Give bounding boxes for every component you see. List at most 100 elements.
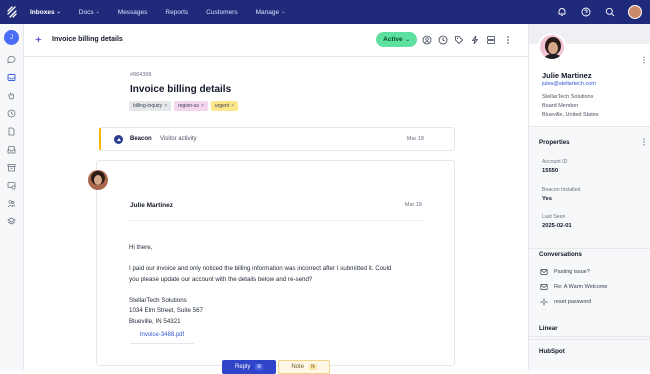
reply-button[interactable]: Reply R	[222, 360, 276, 374]
attachment-link[interactable]: Invoice-3488.pdf	[130, 326, 194, 344]
properties-heading[interactable]: Properties	[539, 139, 570, 146]
nav-manage[interactable]: Manage ⌄	[256, 9, 286, 16]
tag-region-us[interactable]: region-us ×	[174, 101, 208, 111]
properties-more-icon[interactable]	[641, 138, 647, 148]
snooze-clock-icon[interactable]	[437, 34, 448, 45]
tag-label: urgent	[214, 103, 230, 109]
customer-title: Board Member	[542, 103, 579, 109]
property-value: 15550	[542, 168, 559, 174]
help-icon[interactable]	[580, 6, 592, 18]
notifications-bell-icon[interactable]	[556, 6, 568, 18]
document-icon[interactable]	[6, 126, 17, 137]
properties-section: Properties Account ID 15550 Beacon Insta…	[529, 127, 650, 249]
hubspot-integration: HubSpot	[529, 340, 650, 370]
assign-user-icon[interactable]	[421, 34, 432, 45]
nav-customers[interactable]: Customers	[206, 9, 237, 16]
inbox-icon[interactable]	[6, 72, 17, 83]
customer-avatar[interactable]	[538, 33, 566, 61]
clock-icon[interactable]	[6, 108, 17, 119]
address-line: StellarTech Solutions	[129, 296, 187, 304]
tag-billing-inquiry[interactable]: billing-inquiry ×	[129, 101, 172, 111]
more-options-icon[interactable]	[502, 34, 513, 45]
customer-profile-card: Julie Martinez jules@stellartech.com Ste…	[529, 24, 650, 127]
archive-icon[interactable]	[6, 162, 17, 173]
tag-icon[interactable]	[453, 34, 464, 45]
beacon-activity-event[interactable]: Beacon Visitor activity Mar 18	[99, 127, 455, 151]
tag-list: billing-inquiry × region-us × urgent ×	[129, 101, 238, 111]
envelope-icon	[540, 268, 548, 276]
message-author[interactable]: Julie Martinez	[130, 202, 173, 209]
conversations-heading[interactable]: Conversations	[539, 251, 582, 258]
message-line: I paid our invoice and only noticed the …	[129, 265, 392, 272]
address-line: 1034 Elm Street, Suite 567	[129, 307, 203, 314]
conversation-pane: Invoice billing details Active ⌄ #864398 …	[24, 24, 528, 374]
spam-icon[interactable]	[6, 180, 17, 191]
workflow-bolt-icon[interactable]	[469, 34, 480, 45]
nav-reports[interactable]: Reports	[165, 9, 188, 16]
linear-integration: Linear	[529, 317, 650, 340]
message-date: Mar 18	[404, 202, 422, 208]
status-label: Active	[383, 36, 403, 43]
status-dropdown[interactable]: Active ⌄	[376, 32, 417, 47]
nav-customers-label: Customers	[206, 8, 238, 16]
remove-tag-icon[interactable]: ×	[201, 103, 204, 109]
property-label: Beacon Installed	[542, 187, 581, 193]
conversation-subject: Re: A Warm Welcome	[554, 284, 608, 290]
customer-name[interactable]: Julie Martinez	[542, 71, 592, 80]
event-date: Mar 18	[406, 136, 424, 142]
remove-tag-icon[interactable]: ×	[164, 103, 167, 109]
mailbox-rail: J	[0, 24, 24, 370]
rail-user-avatar[interactable]: J	[4, 30, 19, 45]
note-label: Note	[291, 364, 305, 370]
chat-icon[interactable]	[6, 54, 17, 65]
conversation-subject[interactable]: Invoice billing details	[130, 84, 231, 95]
property-value: 2025-02-01	[542, 223, 572, 229]
layout-icon[interactable]	[485, 34, 496, 45]
previous-conversation[interactable]: Re: A Warm Welcome	[540, 283, 608, 291]
message-divider	[130, 220, 422, 221]
property-label: Account ID	[542, 159, 568, 165]
sparkle-icon	[540, 298, 548, 306]
chevron-down-icon: ⌄	[95, 9, 100, 15]
envelope-icon	[540, 283, 548, 291]
nav-reports-label: Reports	[165, 8, 189, 16]
note-button[interactable]: Note N	[278, 360, 330, 374]
conversation-subject: Pasting issue?	[554, 269, 590, 275]
linear-heading[interactable]: Linear	[539, 325, 558, 332]
remove-tag-icon[interactable]: ×	[231, 103, 234, 109]
layers-icon[interactable]	[6, 216, 17, 227]
nav-docs[interactable]: Docs ⌄	[79, 9, 100, 16]
ticket-number: #864398	[130, 72, 152, 78]
nav-manage-label: Manage	[255, 8, 280, 16]
previous-conversation[interactable]: Pasting issue?	[540, 268, 590, 276]
chevron-down-icon: ⌄	[281, 9, 286, 15]
search-icon[interactable]	[604, 6, 616, 18]
user-avatar[interactable]	[628, 5, 642, 19]
customer-email[interactable]: jules@stellartech.com	[542, 81, 596, 87]
event-source: Beacon	[130, 136, 152, 142]
beacon-icon	[114, 135, 123, 144]
nav-messages[interactable]: Messages	[118, 9, 148, 16]
helpscout-logo-icon[interactable]	[0, 0, 24, 24]
message-author-avatar[interactable]	[88, 170, 108, 190]
team-icon[interactable]	[6, 198, 17, 209]
chevron-down-icon: ⌄	[56, 9, 61, 15]
tray-icon[interactable]	[6, 144, 17, 155]
nav-messages-label: Messages	[117, 8, 148, 16]
tag-label: billing-inquiry	[133, 103, 163, 109]
event-description: Visitor activity	[160, 136, 197, 142]
property-value: Yes	[542, 196, 552, 202]
hubspot-heading[interactable]: HubSpot	[539, 348, 565, 355]
reply-label: Reply	[235, 364, 251, 370]
profile-more-icon[interactable]	[641, 56, 647, 66]
message-greeting: Hi there,	[129, 244, 153, 251]
conversation-header: Invoice billing details Active ⌄	[24, 24, 528, 57]
tag-urgent[interactable]: urgent ×	[210, 101, 238, 111]
note-shortcut: N	[309, 364, 317, 370]
conversation-header-title: Invoice billing details	[52, 36, 123, 43]
nav-inboxes[interactable]: Inboxes ⌄	[30, 9, 61, 16]
sparkle-icon[interactable]	[34, 35, 43, 46]
nav-inboxes-label: Inboxes	[30, 8, 55, 16]
previous-conversation[interactable]: reset password	[540, 298, 591, 306]
hand-icon[interactable]	[6, 90, 17, 101]
